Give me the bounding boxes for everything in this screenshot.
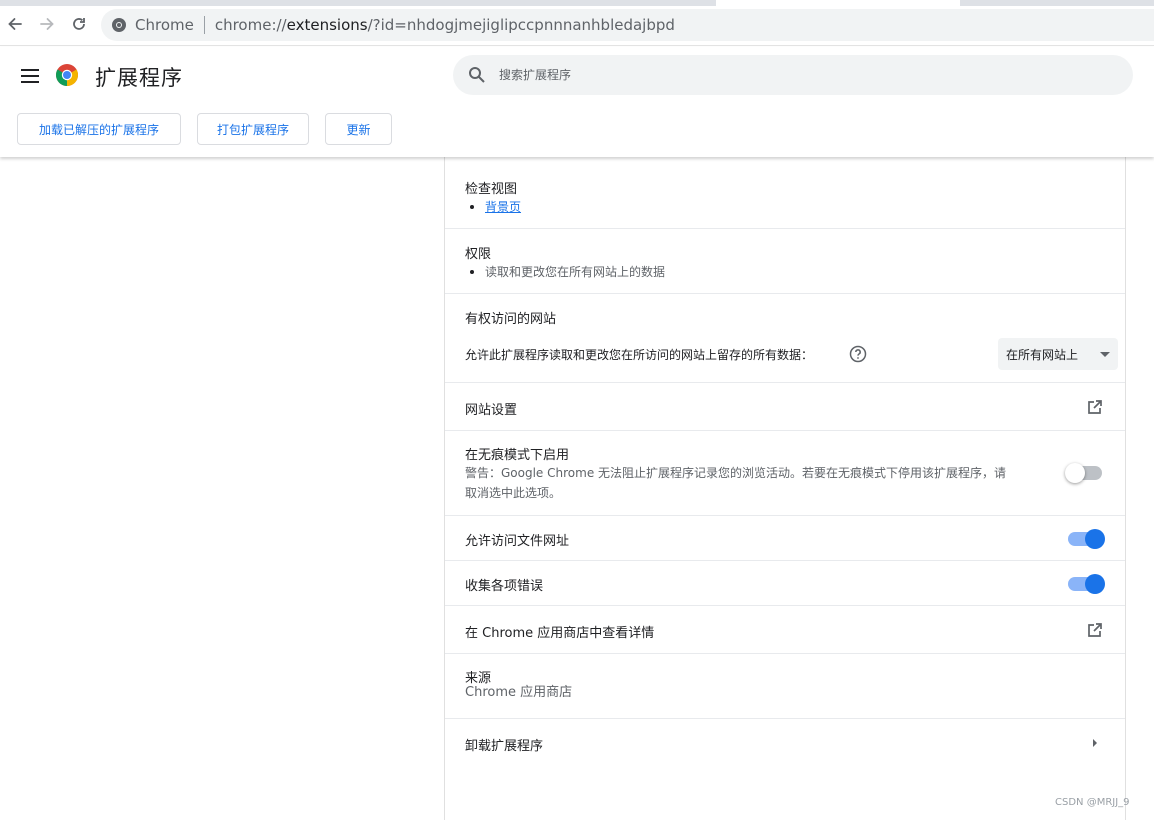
page-title: 扩展程序 xyxy=(95,66,183,90)
collect-errors-row: 收集各项错误 xyxy=(445,561,1125,606)
search-bar[interactable] xyxy=(453,55,1133,95)
back-arrow-icon xyxy=(8,18,22,30)
file-urls-toggle[interactable] xyxy=(1068,529,1105,549)
site-access-select[interactable]: 在所有网站上 xyxy=(998,338,1118,370)
permission-text: 读取和更改您在所有网站上的数据 xyxy=(485,265,666,279)
chrome-site-icon[interactable] xyxy=(111,17,127,33)
remove-extension-row[interactable]: 卸载扩展程序 xyxy=(445,719,1125,768)
inspect-views-item: 背景页 xyxy=(470,198,521,215)
site-label: Chrome xyxy=(135,16,194,34)
search-icon xyxy=(469,67,485,83)
extension-detail-card: 检查视图 背景页 权限 读取和更改您在所有网站上的数据 有权访问的网站 允许此扩… xyxy=(444,157,1126,820)
load-unpacked-button[interactable]: 加载已解压的扩展程序 xyxy=(17,113,181,145)
toggle-knob xyxy=(1085,529,1105,549)
incognito-title: 在无痕模式下启用 xyxy=(465,448,570,463)
permissions-item: 读取和更改您在所有网站上的数据 xyxy=(470,263,665,280)
remove-extension-title: 卸载扩展程序 xyxy=(465,739,544,754)
bullet-dot xyxy=(470,269,474,274)
help-icon[interactable] xyxy=(849,345,867,363)
open-in-new-icon[interactable] xyxy=(1086,398,1104,416)
url-text: chrome://extensions/?id=nhdogjmejiglipcc… xyxy=(215,16,675,34)
permissions-section: 权限 读取和更改您在所有网站上的数据 xyxy=(445,229,1125,294)
pack-extension-button[interactable]: 打包扩展程序 xyxy=(197,113,309,145)
forward-arrow-icon xyxy=(40,18,54,30)
webstore-row[interactable]: 在 Chrome 应用商店中查看详情 xyxy=(445,606,1125,654)
browser-toolbar: Chrome chrome://extensions/?id=nhdogjmej… xyxy=(0,6,1154,46)
site-access-section: 有权访问的网站 允许此扩展程序读取和更改您在所访问的网站上留存的所有数据： 在所… xyxy=(445,294,1125,383)
forward-button[interactable] xyxy=(33,10,61,38)
toggle-knob xyxy=(1085,574,1105,594)
reload-button[interactable] xyxy=(65,10,93,38)
webstore-title: 在 Chrome 应用商店中查看详情 xyxy=(465,626,655,641)
extensions-page: Chrome chrome://extensions/?id=nhdogjmej… xyxy=(0,0,1154,820)
file-urls-title: 允许访问文件网址 xyxy=(465,534,570,549)
reload-icon xyxy=(73,18,85,30)
address-bar[interactable]: Chrome chrome://extensions/?id=nhdogjmej… xyxy=(101,9,1154,41)
inspect-views-title: 检查视图 xyxy=(465,182,518,197)
open-in-new-icon[interactable] xyxy=(1086,621,1104,639)
toggle-knob xyxy=(1065,463,1085,483)
site-access-selected-value: 在所有网站上 xyxy=(1006,347,1079,362)
update-button[interactable]: 更新 xyxy=(325,113,392,145)
incognito-warning-line2: 取消选中此选项。 xyxy=(465,486,562,500)
back-button[interactable] xyxy=(1,10,29,38)
site-settings-title: 网站设置 xyxy=(465,403,518,418)
search-input[interactable] xyxy=(499,68,1099,82)
bullet-dot xyxy=(470,204,474,209)
chevron-right-icon xyxy=(1093,739,1097,747)
incognito-row: 在无痕模式下启用 警告：Google Chrome 无法阻止扩展程序记录您的浏览… xyxy=(445,431,1125,516)
dropdown-caret-icon xyxy=(1100,352,1110,357)
incognito-toggle[interactable] xyxy=(1065,463,1102,483)
incognito-warning-line1: 警告：Google Chrome 无法阻止扩展程序记录您的浏览活动。若要在无痕模… xyxy=(465,466,1007,480)
source-section: 来源 Chrome 应用商店 xyxy=(445,654,1125,719)
watermark: CSDN @MRJJ_9 xyxy=(1055,797,1130,808)
url-path: /?id=nhdogjmejiglipccpnnnanhbledajbpd xyxy=(367,16,675,34)
site-settings-row[interactable]: 网站设置 xyxy=(445,383,1125,431)
background-page-link[interactable]: 背景页 xyxy=(485,198,521,215)
omnibox-divider xyxy=(203,16,205,34)
url-scheme: chrome:// xyxy=(214,16,287,34)
site-access-title: 有权访问的网站 xyxy=(465,312,557,327)
chrome-logo-icon xyxy=(56,64,78,86)
extensions-header: 扩展程序 加载已解压的扩展程序 打包扩展程序 更新 xyxy=(0,47,1154,157)
collect-errors-toggle[interactable] xyxy=(1068,574,1105,594)
url-host: extensions xyxy=(286,16,368,34)
inspect-views-section: 检查视图 背景页 xyxy=(445,157,1125,229)
collect-errors-title: 收集各项错误 xyxy=(465,579,544,594)
permissions-title: 权限 xyxy=(465,247,492,262)
source-value: Chrome 应用商店 xyxy=(465,685,573,700)
hamburger-menu-icon[interactable] xyxy=(19,67,41,85)
file-urls-row: 允许访问文件网址 xyxy=(445,516,1125,561)
site-access-description: 允许此扩展程序读取和更改您在所访问的网站上留存的所有数据： xyxy=(465,348,814,362)
